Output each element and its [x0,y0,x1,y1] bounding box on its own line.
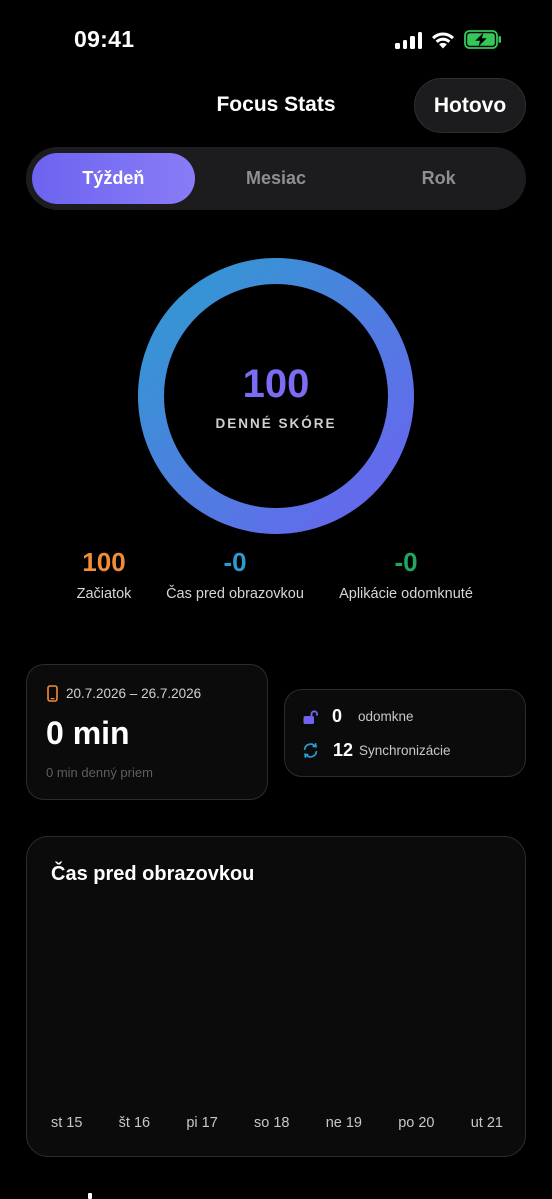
daily-score-ring: 100 DENNÉ SKÓRE [136,256,416,536]
stat-screen-time: -0 Čas pred obrazovkou [163,547,307,602]
sync-icon [303,743,318,758]
period-segmented-control: Týždeň Mesiac Rok [26,147,526,210]
stat-unlocked-apps: -0 Aplikácie odomknuté [335,547,477,602]
stat-screen-time-label: Čas pred obrazovkou [166,586,304,602]
tab-year[interactable]: Rok [357,153,520,204]
status-icons [395,30,502,49]
syncs-value: 12 [333,740,354,760]
chart-title: Čas pred obrazovkou [51,863,255,885]
syncs-row: 12 Synchronizácie [302,740,451,761]
unlocks-label: odomkne [358,709,414,724]
status-bar: 09:41 [0,0,552,82]
wifi-icon [432,31,454,48]
date-range-text: 20.7.2026 – 26.7.2026 [66,686,202,701]
x-tick-label: št 16 [118,1115,151,1131]
score-value: 100 [242,362,310,406]
x-tick-label: so 18 [253,1115,290,1131]
unlocks-value: 0 [332,706,343,726]
x-tick-label: pi 17 [186,1115,218,1131]
stat-unlocked-apps-label: Aplikácie odomknuté [339,586,473,602]
cellular-signal-icon [395,31,422,49]
x-tick-label: st 15 [51,1115,83,1131]
x-tick-label: ut 21 [470,1115,503,1131]
screen-time-chart-card: Čas pred obrazovkou st 15 št 16 pi 17 so 18… [26,836,526,1157]
x-tick-label: ne 19 [325,1115,362,1131]
status-time: 09:41 [74,26,135,52]
chart-x-axis: st 15 št 16 pi 17 so 18 ne 19 po 20 ut 21 [51,1115,503,1131]
week-summary-card[interactable]: 20.7.2026 – 26.7.2026 0 min 0 min denný … [26,664,268,800]
date-range: 20.7.2026 – 26.7.2026 [47,685,201,702]
stat-unlocked-apps-value: -0 [394,547,418,577]
unlock-icon [303,709,318,724]
daily-average: 0 min denný priem [46,765,153,780]
unlocks-row: 0 odomkne [302,706,414,727]
focus-stats-screen: 09:41 Focus Stats Hotovo Týždeň Mesiac R… [0,0,552,1199]
scroll-indicator [88,1193,92,1199]
battery-charging-icon [464,30,501,49]
tab-week[interactable]: Týždeň [32,153,195,204]
stat-screen-time-value: -0 [223,547,247,577]
done-button[interactable]: Hotovo [414,78,526,133]
syncs-label: Synchronizácie [359,743,451,758]
unlocks-sync-card[interactable]: 0 odomkne 12 Synchronizácie [284,689,526,777]
tab-month[interactable]: Mesiac [195,153,358,204]
stat-start-label: Začiatok [76,586,132,602]
stat-start-value: 100 [82,547,126,577]
x-tick-label: po 20 [398,1115,435,1131]
stat-start: 100 Začiatok [72,547,136,602]
phone-icon [47,685,58,702]
score-label: DENNÉ SKÓRE [215,416,337,431]
total-screen-time: 0 min [46,715,130,751]
